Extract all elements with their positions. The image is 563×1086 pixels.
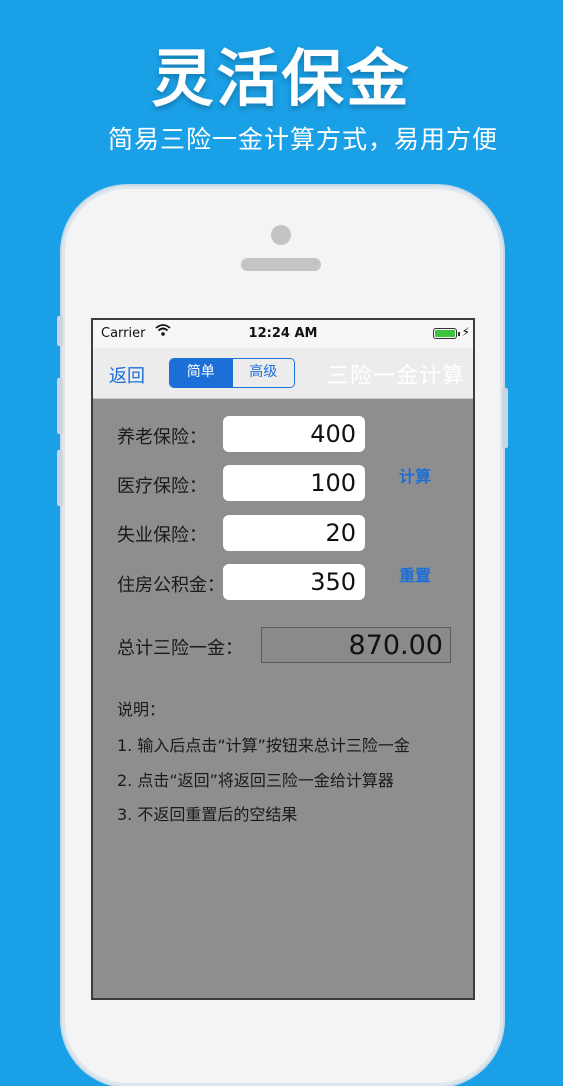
status-time: 12:24 AM	[248, 326, 318, 341]
segment-simple[interactable]: 简单	[170, 359, 232, 387]
phone-power-button	[502, 388, 508, 448]
medical-input[interactable]: 100	[223, 465, 365, 501]
phone-volume-up	[57, 378, 63, 434]
phone-side-button	[57, 316, 63, 346]
pension-label: 养老保险：	[117, 427, 207, 448]
promo-subtitle: 简易三险一金计算方式，易用方便	[108, 125, 499, 154]
promo-title: 灵活保金	[151, 42, 412, 115]
reset-button[interactable]: 重置	[399, 562, 431, 586]
battery-tip	[458, 332, 460, 336]
mode-segmented-control: 简单 高级	[169, 358, 295, 388]
notes-heading: 说明：	[117, 700, 166, 719]
battery-icon	[433, 328, 457, 339]
total-label: 总计三险一金：	[117, 638, 243, 659]
housing-fund-label: 住房公积金：	[117, 575, 225, 596]
unemployment-label: 失业保险：	[117, 525, 207, 546]
status-bar: Carrier 12:24 AM ⚡	[93, 320, 473, 348]
calculate-button[interactable]: 计算	[399, 463, 431, 487]
charging-icon: ⚡	[461, 325, 470, 339]
note-line-1: 1. 输入后点击“计算”按钮来总计三险一金	[117, 736, 410, 755]
medical-label: 医疗保险：	[117, 476, 207, 497]
unemployment-input[interactable]: 20	[223, 515, 365, 551]
note-line-2: 2. 点击“返回”将返回三险一金给计算器	[117, 771, 394, 790]
nav-bar: 返回 简单 高级 三险一金计算	[93, 348, 473, 399]
app-screen: Carrier 12:24 AM ⚡ 返回 简单 高级 三险一金计算 养老保险：…	[91, 318, 475, 1000]
back-button[interactable]: 返回	[109, 362, 145, 388]
phone-camera	[271, 225, 291, 245]
total-value: 870.00	[261, 627, 451, 663]
phone-volume-down	[57, 450, 63, 506]
segment-advanced[interactable]: 高级	[231, 359, 294, 387]
phone-speaker	[241, 258, 321, 271]
page-title: 三险一金计算	[326, 364, 465, 389]
note-line-3: 3. 不返回重置后的空结果	[117, 805, 298, 824]
housing-fund-input[interactable]: 350	[223, 564, 365, 600]
pension-input[interactable]: 400	[223, 416, 365, 452]
